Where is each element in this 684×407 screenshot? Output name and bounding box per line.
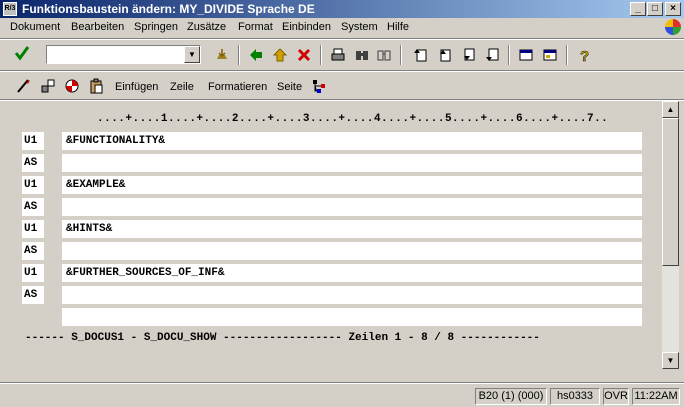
find-icon[interactable] xyxy=(352,45,372,65)
toolbar-separator xyxy=(400,45,402,65)
text-line[interactable]: &EXAMPLE& xyxy=(62,176,642,194)
paragraph-format-field[interactable]: U1 xyxy=(22,132,44,150)
check-icon[interactable] xyxy=(62,76,82,96)
back-icon[interactable] xyxy=(246,45,266,65)
menu-bar: Dokument Bearbeiten Springen Zusätze For… xyxy=(0,18,684,37)
status-bar: B20 (1) (000) hs0333 OVR 11:22AM xyxy=(0,386,684,407)
paragraph-format-field[interactable]: U1 xyxy=(22,220,44,238)
help-icon[interactable]: ? xyxy=(574,45,594,65)
status-session[interactable]: B20 (1) (000) xyxy=(475,388,547,405)
text-line[interactable]: &FUNCTIONALITY& xyxy=(62,132,642,150)
paragraph-format-field[interactable]: AS xyxy=(22,154,44,172)
window-title: Funktionsbaustein ändern: MY_DIVIDE Spra… xyxy=(22,2,315,16)
text-line[interactable] xyxy=(62,242,642,260)
toolbar-separator xyxy=(238,45,240,65)
minimize-button[interactable]: _ xyxy=(630,2,646,16)
editor-footer-status: ------ S_DOCUS1 - S_DOCU_SHOW ----------… xyxy=(25,332,540,344)
scroll-up-icon[interactable]: ▲ xyxy=(662,101,679,118)
format-button[interactable]: Formatieren xyxy=(208,81,267,93)
first-page-icon[interactable] xyxy=(410,45,430,65)
menu-einbinden[interactable]: Einbinden xyxy=(282,21,331,33)
find-next-icon[interactable] xyxy=(374,45,394,65)
text-line[interactable]: &FURTHER_SOURCES_OF_INF& xyxy=(62,264,642,282)
separator xyxy=(0,382,684,384)
cancel-icon[interactable] xyxy=(294,45,314,65)
svg-text:?: ? xyxy=(580,48,589,63)
sap-logo-icon xyxy=(665,19,681,35)
clipboard-icon[interactable] xyxy=(86,76,106,96)
text-line[interactable] xyxy=(62,308,642,326)
text-line[interactable] xyxy=(62,198,642,216)
last-page-icon[interactable] xyxy=(482,45,502,65)
menu-system[interactable]: System xyxy=(341,21,378,33)
toolbar-separator xyxy=(508,45,510,65)
command-dropdown-icon[interactable]: ▼ xyxy=(184,46,200,63)
menu-hilfe[interactable]: Hilfe xyxy=(387,21,409,33)
toolbar-separator xyxy=(320,45,322,65)
status-server[interactable]: hs0333 xyxy=(550,388,600,405)
vertical-scrollbar[interactable]: ▲ ▼ xyxy=(662,101,679,369)
paragraph-format-field[interactable]: U1 xyxy=(22,264,44,282)
title-bar: R/3 Funktionsbaustein ändern: MY_DIVIDE … xyxy=(0,0,684,18)
insert-button[interactable]: Einfügen xyxy=(115,81,158,93)
separator xyxy=(0,38,684,40)
new-session-icon[interactable] xyxy=(516,45,536,65)
text-line[interactable] xyxy=(62,154,642,172)
previous-page-icon[interactable] xyxy=(434,45,454,65)
exit-icon[interactable] xyxy=(270,45,290,65)
other-object-icon[interactable] xyxy=(38,76,58,96)
text-line[interactable]: &HINTS& xyxy=(62,220,642,238)
text-line[interactable] xyxy=(62,286,642,304)
paragraph-format-field[interactable]: U1 xyxy=(22,176,44,194)
menu-springen[interactable]: Springen xyxy=(134,21,178,33)
line-button[interactable]: Zeile xyxy=(170,81,194,93)
menu-dokument[interactable]: Dokument xyxy=(10,21,60,33)
command-field[interactable]: ▼ xyxy=(46,45,201,64)
scroll-down-icon[interactable]: ▼ xyxy=(662,352,679,369)
paragraph-format-field[interactable]: AS xyxy=(22,286,44,304)
status-mode[interactable]: OVR xyxy=(603,388,629,405)
maximize-button[interactable]: □ xyxy=(647,2,663,16)
menu-bearbeiten[interactable]: Bearbeiten xyxy=(71,21,124,33)
toolbar-separator xyxy=(566,45,568,65)
shortcut-icon[interactable] xyxy=(540,45,560,65)
column-ruler: ....+....1....+....2....+....3....+....4… xyxy=(97,113,609,125)
next-page-icon[interactable] xyxy=(458,45,478,65)
scroll-thumb[interactable] xyxy=(662,118,679,266)
menu-format[interactable]: Format xyxy=(238,21,273,33)
print-icon[interactable] xyxy=(328,45,348,65)
save-icon[interactable] xyxy=(212,45,232,65)
page-button[interactable]: Seite xyxy=(277,81,302,93)
separator xyxy=(0,70,684,72)
structure-icon[interactable] xyxy=(309,76,329,96)
status-time: 11:22AM xyxy=(632,388,680,405)
sap-app-icon: R/3 xyxy=(3,2,17,16)
close-button[interactable]: × xyxy=(665,2,681,16)
paragraph-format-field[interactable]: AS xyxy=(22,198,44,216)
menu-zusaetze[interactable]: Zusätze xyxy=(187,21,226,33)
enter-check-icon[interactable] xyxy=(12,43,32,63)
change-display-icon[interactable] xyxy=(14,76,34,96)
sapscript-editor: ....+....1....+....2....+....3....+....4… xyxy=(0,101,662,369)
paragraph-format-field[interactable]: AS xyxy=(22,242,44,260)
